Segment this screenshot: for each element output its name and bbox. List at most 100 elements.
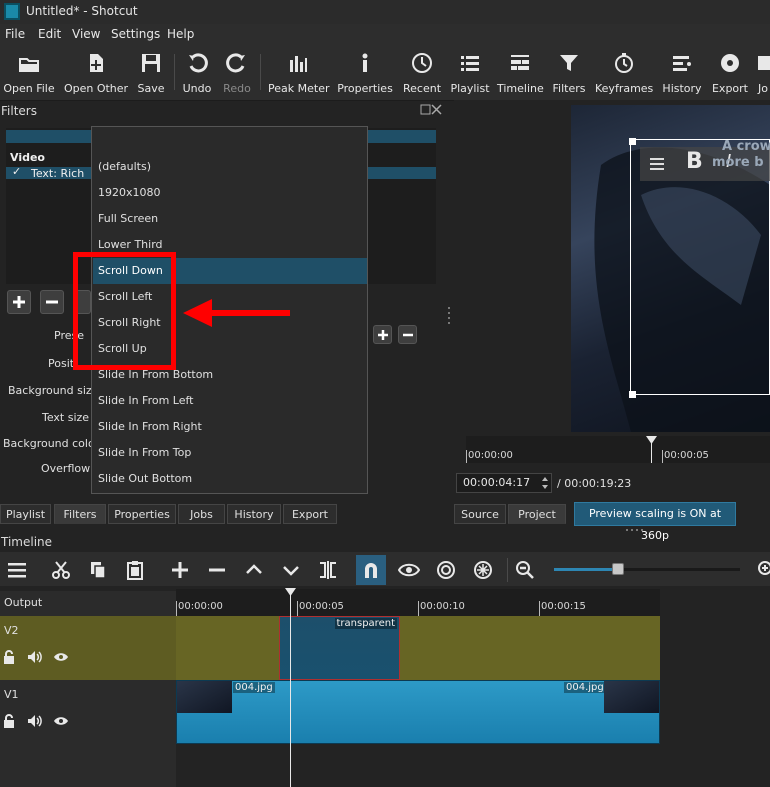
zoom-slider-track[interactable] — [554, 568, 740, 571]
remove-filter-button[interactable] — [40, 290, 64, 314]
resize-handle[interactable] — [629, 391, 636, 398]
tab-properties[interactable]: Properties — [108, 504, 176, 524]
tab-source[interactable]: Source — [454, 504, 506, 524]
lift-button[interactable] — [243, 559, 265, 581]
scrub-button[interactable] — [398, 559, 420, 581]
menu-icon[interactable] — [650, 157, 664, 171]
clip-transparent[interactable]: transparent — [279, 616, 400, 680]
resize-handle[interactable] — [629, 138, 636, 145]
timeline-menu-button[interactable] — [6, 559, 28, 581]
copy-button[interactable] — [87, 559, 109, 581]
preset-option-full-screen[interactable]: Full Screen — [93, 206, 367, 232]
current-timecode-input[interactable]: 00:00:04:17 — [456, 473, 552, 493]
menu-edit[interactable]: Edit — [38, 27, 61, 41]
bold-button[interactable]: B — [686, 149, 703, 174]
ripple-all-button[interactable] — [472, 559, 494, 581]
filters-panel-title: Filters — [1, 104, 37, 118]
tab-export[interactable]: Export — [283, 504, 337, 524]
snap-button[interactable] — [356, 555, 386, 585]
save-button[interactable]: Save — [134, 50, 168, 98]
preview-ruler[interactable]: 00:00:00 00:00:05 — [466, 436, 770, 463]
add-preset-button[interactable] — [373, 325, 392, 344]
tab-project[interactable]: Project — [508, 504, 566, 524]
filter-enabled-checkbox[interactable]: ✓ — [12, 165, 21, 178]
cut-button[interactable] — [50, 559, 72, 581]
filters-button[interactable]: Filters — [550, 50, 588, 98]
title-bar: Untitled* - Shotcut — [0, 0, 770, 24]
recent-button[interactable]: Recent — [400, 50, 444, 98]
ruler-tick-label: 00:00:00 — [178, 601, 223, 612]
history-icon — [660, 50, 704, 76]
speaker-icon[interactable] — [27, 714, 43, 728]
copy-icon — [91, 562, 106, 579]
menu-help[interactable]: Help — [167, 27, 194, 41]
open-file-button[interactable]: Open File — [2, 50, 56, 98]
speaker-icon[interactable] — [27, 650, 43, 664]
background-color-label: Background color — [3, 437, 100, 450]
ruler-tick — [466, 450, 467, 463]
redo-icon — [220, 50, 254, 76]
export-button[interactable]: Export — [710, 50, 750, 98]
timecode-spinner-icon[interactable] — [540, 474, 550, 492]
keyframes-button[interactable]: Keyframes — [595, 50, 653, 98]
paste-button[interactable] — [124, 559, 146, 581]
preset-option-slide-in-left[interactable]: Slide In From Left — [93, 388, 367, 414]
toolbar-separator — [260, 54, 261, 90]
timeline-ruler[interactable]: 00:00:00 00:00:05 00:00:10 00:00:15 — [176, 589, 660, 616]
playlist-button[interactable]: Playlist — [449, 50, 491, 98]
menu-view[interactable]: View — [72, 27, 100, 41]
chevron-up-icon — [246, 564, 262, 574]
overwrite-button[interactable] — [280, 559, 302, 581]
undo-button[interactable]: Undo — [180, 50, 214, 98]
preset-option-1920x1080[interactable]: 1920x1080 — [93, 180, 367, 206]
add-filter-button[interactable] — [7, 290, 31, 314]
zoom-out-button[interactable] — [514, 559, 536, 581]
preset-option-slide-out-bottom[interactable]: Slide Out Bottom — [93, 466, 367, 492]
append-button[interactable] — [169, 559, 191, 581]
panel-float-close-icons[interactable] — [420, 104, 442, 116]
peak-meter-button[interactable]: Peak Meter — [268, 50, 329, 98]
preview-playhead[interactable] — [646, 436, 657, 463]
preview-scaling-button[interactable]: Preview scaling is ON at 360p — [574, 502, 736, 542]
filter-name-text-rich[interactable]: Text: Rich — [31, 167, 84, 180]
tab-history[interactable]: History — [227, 504, 281, 524]
properties-button[interactable]: Properties — [336, 50, 394, 98]
open-other-button[interactable]: Open Other — [63, 50, 129, 98]
redo-button[interactable]: Redo — [220, 50, 254, 98]
timeline-playhead[interactable] — [290, 594, 291, 787]
tab-jobs[interactable]: Jobs — [178, 504, 225, 524]
zoom-slider-fill — [554, 568, 616, 571]
preset-option-slide-in-right[interactable]: Slide In From Right — [93, 414, 367, 440]
preset-option-defaults[interactable]: (defaults) — [93, 154, 367, 180]
zoom-in-button[interactable] — [752, 559, 770, 581]
clip-label-end: 004.jpg — [564, 682, 606, 693]
menu-settings[interactable]: Settings — [111, 27, 160, 41]
minus-icon — [209, 568, 225, 572]
splitter-grip[interactable] — [625, 529, 645, 532]
zoom-slider-handle[interactable] — [612, 563, 624, 575]
lock-icon[interactable] — [3, 650, 17, 664]
main-toolbar: Open File Open Other Save Undo Redo Peak… — [0, 44, 770, 101]
tab-playlist[interactable]: Playlist — [0, 504, 51, 524]
timeline-button[interactable]: Timeline — [497, 50, 544, 98]
jobs-button[interactable]: Jo — [756, 50, 770, 98]
eye-icon[interactable] — [53, 651, 69, 663]
split-button[interactable] — [317, 559, 339, 581]
panel-splitter[interactable] — [448, 305, 451, 325]
ripple-button[interactable] — [435, 559, 457, 581]
playhead-marker-icon[interactable] — [285, 588, 296, 596]
eye-icon[interactable] — [53, 715, 69, 727]
preset-option-slide-in-top[interactable]: Slide In From Top — [93, 440, 367, 466]
tab-filters[interactable]: Filters — [54, 504, 106, 524]
delete-preset-button[interactable] — [398, 325, 417, 344]
toolbar-separator — [507, 558, 508, 582]
clip-004-jpg[interactable]: 004.jpg 004.jpg — [176, 680, 660, 744]
clip-thumbnail-end — [604, 681, 659, 713]
menu-file[interactable]: File — [5, 27, 25, 41]
lock-icon[interactable] — [3, 714, 17, 728]
remove-button[interactable] — [206, 559, 228, 581]
history-button[interactable]: History — [660, 50, 704, 98]
clip-thumbnail-start — [177, 681, 232, 713]
track-v2-header — [0, 616, 176, 680]
zoom-out-icon — [516, 561, 534, 579]
